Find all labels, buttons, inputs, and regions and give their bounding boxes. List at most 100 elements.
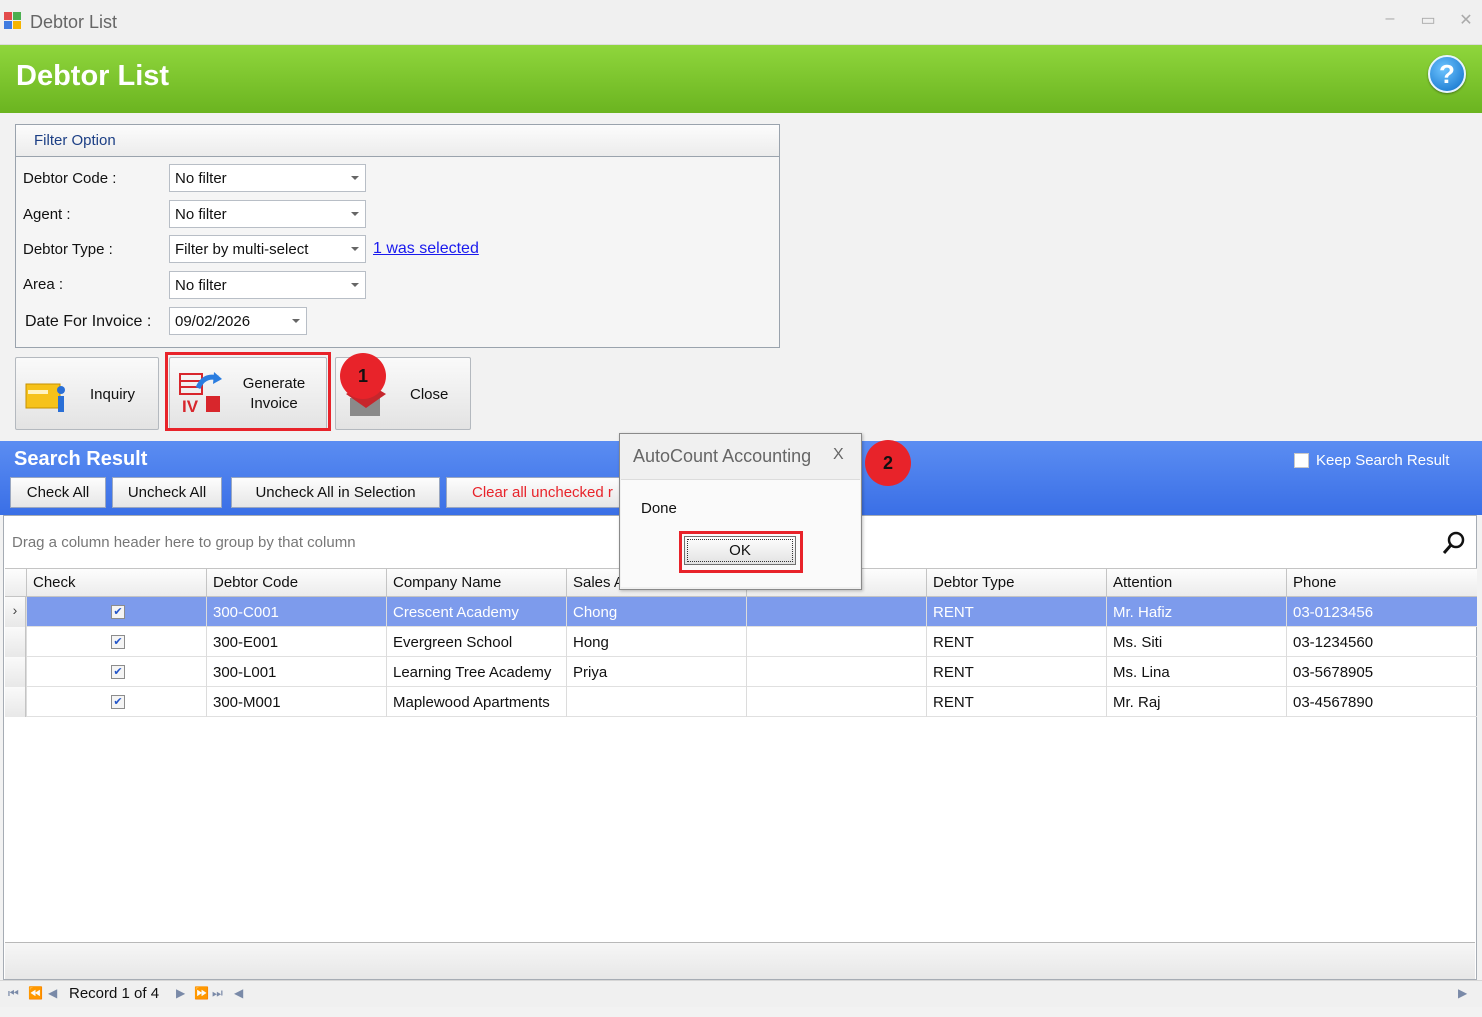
company-name-cell: Maplewood Apartments xyxy=(386,687,566,717)
debtor-type-selected-link[interactable]: 1 was selected xyxy=(373,240,479,258)
row-indicator xyxy=(5,657,26,687)
debtor-code-cell: 300-M001 xyxy=(206,687,386,717)
phone-cell: 03-4567890 xyxy=(1286,687,1477,717)
debtor-code-value: No filter xyxy=(175,170,227,187)
annotation-badge-2: 2 xyxy=(865,440,911,486)
keep-search-result-checkbox[interactable] xyxy=(1294,453,1309,468)
inquiry-button[interactable]: Inquiry xyxy=(15,357,159,430)
last-record-icon[interactable]: ⏭ xyxy=(212,986,223,1001)
hidden-column-cell xyxy=(746,627,926,657)
column-header-debtor-code[interactable]: Debtor Code xyxy=(206,569,386,597)
keep-search-result-label: Keep Search Result xyxy=(1316,452,1450,469)
highlight-ok-button xyxy=(679,531,803,573)
date-for-invoice-value: 09/02/2026 xyxy=(175,313,251,330)
scroll-left-icon[interactable]: ◀ xyxy=(234,986,243,1000)
chevron-down-icon xyxy=(351,283,359,287)
table-row[interactable]: ✔ 300-L001 Learning Tree Academy Priya R… xyxy=(5,657,1477,687)
table-row[interactable]: ✔ 300-E001 Evergreen School Hong RENT Ms… xyxy=(5,627,1477,657)
chevron-down-icon xyxy=(351,176,359,180)
next-record-icon[interactable]: ▶ xyxy=(176,986,185,1000)
table-row[interactable]: ✔ 300-M001 Maplewood Apartments RENT Mr.… xyxy=(5,687,1477,717)
agent-combo[interactable]: No filter xyxy=(169,200,366,228)
debtor-type-cell: RENT xyxy=(926,627,1106,657)
row-checkbox[interactable]: ✔ xyxy=(111,605,125,619)
attention-cell: Ms. Siti xyxy=(1106,627,1286,657)
dialog-close-button[interactable]: X xyxy=(833,446,844,464)
attention-cell: Mr. Hafiz xyxy=(1106,597,1286,627)
check-cell[interactable]: ✔ xyxy=(26,597,206,627)
grid-footer xyxy=(5,942,1475,979)
debtor-code-cell: 300-L001 xyxy=(206,657,386,687)
phone-cell: 03-5678905 xyxy=(1286,657,1477,687)
date-for-invoice-picker[interactable]: 09/02/2026 xyxy=(169,307,307,335)
debtor-type-combo[interactable]: Filter by multi-select xyxy=(169,235,366,263)
phone-cell: 03-0123456 xyxy=(1286,597,1477,627)
debtor-type-cell: RENT xyxy=(926,597,1106,627)
maximize-button[interactable]: ▭ xyxy=(1418,10,1438,30)
date-for-invoice-label: Date For Invoice : xyxy=(25,313,152,330)
check-all-button[interactable]: Check All xyxy=(10,477,106,508)
debtor-type-cell: RENT xyxy=(926,657,1106,687)
previous-record-icon[interactable]: ◀ xyxy=(48,986,57,1000)
debtor-code-combo[interactable]: No filter xyxy=(169,164,366,192)
column-header-check[interactable]: Check xyxy=(26,569,206,597)
sales-agent-cell: Priya xyxy=(566,657,746,687)
page-title: Debtor List xyxy=(16,60,170,92)
next-page-icon[interactable]: ⏩ xyxy=(194,986,209,1000)
check-cell[interactable]: ✔ xyxy=(26,687,206,717)
row-checkbox[interactable]: ✔ xyxy=(111,695,125,709)
table-row[interactable]: › ✔ 300-C001 Crescent Academy Chong RENT… xyxy=(5,597,1477,627)
row-checkbox[interactable]: ✔ xyxy=(111,665,125,679)
column-header-debtor-type[interactable]: Debtor Type xyxy=(926,569,1106,597)
row-indicator-icon: › xyxy=(5,597,26,627)
close-window-button[interactable]: ✕ xyxy=(1456,10,1476,30)
close-label: Close xyxy=(410,386,449,403)
record-navigator: ⏮ ⏪ ◀ Record 1 of 4 ▶ ⏩ ⏭ ◀ ▶ xyxy=(0,980,1482,1007)
highlight-generate-invoice xyxy=(165,352,331,431)
area-combo[interactable]: No filter xyxy=(169,271,366,299)
debtor-code-cell: 300-E001 xyxy=(206,627,386,657)
chevron-down-icon xyxy=(292,319,300,323)
group-panel-hint[interactable]: Drag a column header here to group by th… xyxy=(12,534,356,551)
check-cell[interactable]: ✔ xyxy=(26,627,206,657)
clear-all-unchecked-button[interactable]: Clear all unchecked r xyxy=(446,477,626,508)
inquiry-label: Inquiry xyxy=(90,386,136,403)
debtor-type-label: Debtor Type : xyxy=(23,241,113,258)
row-indicator-header xyxy=(5,569,26,597)
hidden-column-cell xyxy=(746,597,926,627)
dialog-message: Done xyxy=(641,500,677,517)
window-title: Debtor List xyxy=(30,12,118,32)
scroll-right-icon[interactable]: ▶ xyxy=(1458,986,1467,1000)
previous-page-icon[interactable]: ⏪ xyxy=(28,986,43,1000)
inquiry-icon xyxy=(25,383,65,412)
row-indicator xyxy=(5,687,26,717)
debtor-code-cell: 300-C001 xyxy=(206,597,386,627)
column-header-company-name[interactable]: Company Name xyxy=(386,569,566,597)
agent-label: Agent : xyxy=(23,206,71,223)
search-icon[interactable] xyxy=(1441,530,1467,556)
first-record-icon[interactable]: ⏮ xyxy=(8,986,19,1001)
record-counter: Record 1 of 4 xyxy=(69,985,160,1002)
debtor-type-cell: RENT xyxy=(926,687,1106,717)
chevron-down-icon xyxy=(351,212,359,216)
annotation-badge-1: 1 xyxy=(340,353,386,399)
area-value: No filter xyxy=(175,277,227,294)
debtor-type-value: Filter by multi-select xyxy=(175,241,309,258)
uncheck-all-in-selection-button[interactable]: Uncheck All in Selection xyxy=(231,477,440,508)
row-checkbox[interactable]: ✔ xyxy=(111,635,125,649)
area-label: Area : xyxy=(23,276,64,293)
help-icon[interactable]: ? xyxy=(1428,55,1466,93)
sales-agent-cell: Chong xyxy=(566,597,746,627)
column-header-attention[interactable]: Attention xyxy=(1106,569,1286,597)
company-name-cell: Learning Tree Academy xyxy=(386,657,566,687)
uncheck-all-button[interactable]: Uncheck All xyxy=(112,477,222,508)
filter-panel: Filter Option Debtor Code : No filter Ag… xyxy=(15,124,780,348)
check-cell[interactable]: ✔ xyxy=(26,657,206,687)
filter-caption: Filter Option xyxy=(16,125,779,157)
column-header-phone[interactable]: Phone xyxy=(1286,569,1477,597)
phone-cell: 03-1234560 xyxy=(1286,627,1477,657)
hidden-column-cell xyxy=(746,657,926,687)
attention-cell: Mr. Raj xyxy=(1106,687,1286,717)
agent-value: No filter xyxy=(175,206,227,223)
minimize-button[interactable]: – xyxy=(1380,10,1400,28)
